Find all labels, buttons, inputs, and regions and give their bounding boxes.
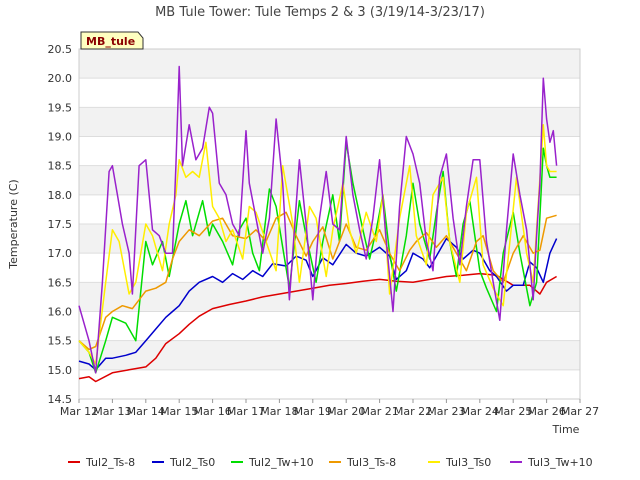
legend-label: Tul3_Ts-8 [346,456,396,469]
badge-label: MB_tule [86,35,135,48]
plot-band [79,107,580,137]
y-tick-label: 18.5 [48,160,73,173]
y-tick-label: 17.0 [48,247,73,260]
chart-title: MB Tule Tower: Tule Temps 2 & 3 (3/19/14… [155,5,485,20]
legend-item: Tul3_Tw+10 [510,456,593,469]
y-tick-label: 19.5 [48,101,73,114]
legend-label: Tul2_Tw+10 [248,456,314,469]
y-tick-label: 18.0 [48,189,73,202]
legend-item: Tul3_Ts-8 [329,456,396,469]
y-tick-label: 19.0 [48,131,73,144]
x-axis-ticks: Mar 12Mar 13Mar 14Mar 15Mar 16Mar 17Mar … [60,399,599,418]
y-tick-label: 15.5 [48,335,73,348]
plot-band [79,49,580,79]
legend-item: Tul3_Ts0 [428,456,491,469]
plot-band [79,165,580,195]
y-tick-label: 20.5 [48,43,73,56]
legend-label: Tul2_Ts-8 [85,456,135,469]
site-badge: MB_tule [80,31,144,50]
y-axis-ticks: 14.515.015.516.016.517.017.518.018.519.0… [48,43,73,406]
legend-item: Tul2_Tw+10 [231,456,314,469]
legend-label: Tul3_Ts0 [445,456,491,469]
x-axis-label: Time [552,423,580,436]
y-tick-label: 17.5 [48,218,73,231]
legend-item: Tul2_Ts0 [152,456,215,469]
y-tick-label: 16.5 [48,276,73,289]
x-tick-label: Mar 27 [561,405,599,418]
y-tick-label: 16.0 [48,306,73,319]
legend-item: Tul2_Ts-8 [68,456,135,469]
legend: Tul2_Ts-8 Tul2_Ts0 Tul2_Tw+10 Tul3_Ts-8 Tul3… [68,456,593,469]
plot-band [79,340,580,370]
chart: MB Tule Tower: Tule Temps 2 & 3 (3/19/14… [7,5,599,469]
y-tick-label: 20.0 [48,72,73,85]
legend-label: Tul2_Ts0 [169,456,215,469]
y-axis-label: Temperature (C) [7,179,20,269]
y-tick-label: 15.0 [48,364,73,377]
legend-label: Tul3_Tw+10 [527,456,593,469]
